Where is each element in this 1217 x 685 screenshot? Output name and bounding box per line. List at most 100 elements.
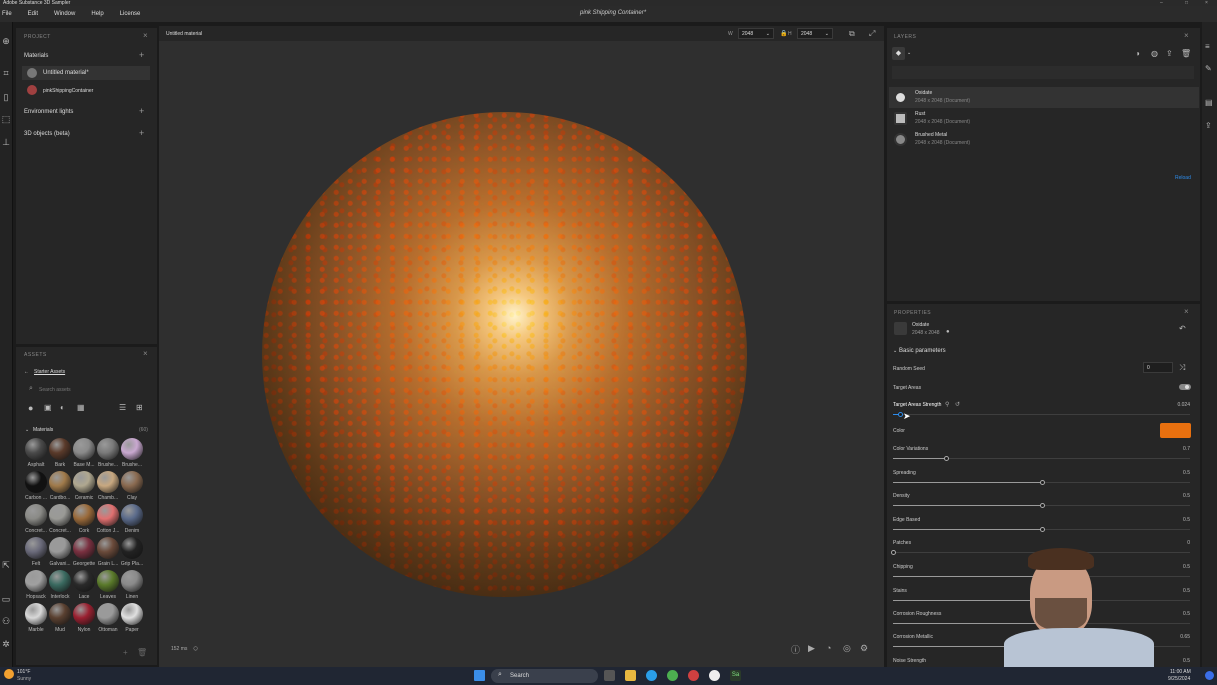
starter-assets-link[interactable]: Starter Assets <box>34 369 65 375</box>
edge-icon[interactable] <box>646 670 657 681</box>
mask-icon[interactable]: ◑ <box>1135 49 1140 58</box>
light-icon[interactable]: ◔ <box>826 643 831 653</box>
settings-icon[interactable]: ✲ <box>1 639 11 649</box>
env-lights-heading[interactable]: Environment lights <box>24 109 73 115</box>
viewport-tab[interactable]: Untitled material <box>166 31 202 37</box>
close-icon[interactable]: × <box>1184 307 1189 316</box>
sphere-filter-icon[interactable]: ● <box>28 403 33 413</box>
material-swatch[interactable] <box>97 471 119 493</box>
material-swatch[interactable] <box>25 471 47 493</box>
material-swatch[interactable] <box>121 438 143 460</box>
parameter-slider[interactable] <box>893 456 1190 461</box>
material-swatch[interactable] <box>121 603 143 625</box>
chevron-down-icon[interactable]: ⌄ <box>25 427 29 433</box>
share-icon[interactable]: ⚇ <box>1 616 11 626</box>
material-swatch[interactable] <box>25 570 47 592</box>
stamp-icon[interactable]: ⊥ <box>1 137 11 147</box>
chevron-down-icon[interactable]: ⌄ <box>893 348 897 354</box>
menu-license[interactable]: License <box>120 11 141 17</box>
menu-help[interactable]: Help <box>91 11 103 17</box>
info-icon[interactable]: ● <box>946 329 950 335</box>
layer-icon[interactable]: ▯ <box>1 92 11 102</box>
menu-file[interactable]: File <box>2 11 12 17</box>
layers-toggle-icon[interactable]: ≡ <box>1205 42 1210 51</box>
height-select[interactable]: 2048 ⌄ <box>797 28 833 39</box>
crop-icon[interactable]: ⌗ <box>1 68 11 78</box>
slider-knob[interactable] <box>891 550 896 555</box>
material-swatch[interactable] <box>97 537 119 559</box>
windows-start-icon[interactable] <box>474 670 485 681</box>
trash-icon[interactable]: 🗑 <box>1181 49 1191 58</box>
notification-icon[interactable] <box>1205 671 1214 680</box>
material-swatch[interactable] <box>121 537 143 559</box>
back-arrow-icon[interactable]: ← <box>24 369 29 375</box>
material-swatch[interactable] <box>25 504 47 526</box>
material-swatch[interactable] <box>49 504 71 526</box>
app-icon[interactable] <box>688 670 699 681</box>
brush-icon[interactable]: ✎ <box>1205 64 1212 73</box>
parameter-slider[interactable] <box>893 527 1190 532</box>
settings-icon[interactable]: ⚙ <box>860 643 868 654</box>
material-swatch[interactable] <box>25 438 47 460</box>
camera-icon[interactable]: ▶ <box>808 643 815 654</box>
material-swatch[interactable] <box>73 471 95 493</box>
material-swatch[interactable] <box>73 603 95 625</box>
random-seed-input[interactable]: 0 <box>1143 362 1173 373</box>
export-icon[interactable]: ⇪ <box>1205 121 1212 130</box>
sort-icon[interactable]: ☰ <box>119 403 126 412</box>
weather-sun-icon[interactable] <box>4 669 14 679</box>
info-icon[interactable]: ⓘ <box>791 643 800 656</box>
project-item-untitled[interactable]: Untitled material* <box>43 70 89 76</box>
slider-knob[interactable] <box>1039 527 1045 532</box>
search-input[interactable]: Search assets <box>39 387 71 393</box>
material-swatch[interactable] <box>73 537 95 559</box>
image-filter-icon[interactable]: ▣ <box>44 403 52 412</box>
fullscreen-icon[interactable]: ⤢ <box>869 29 875 39</box>
material-swatch[interactable] <box>121 570 143 592</box>
filter-icon[interactable]: ◍ <box>1151 49 1158 58</box>
lock-icon[interactable]: 🔒 <box>780 30 787 37</box>
material-swatch[interactable] <box>49 537 71 559</box>
layer-search-input[interactable] <box>892 66 1194 79</box>
add-icon[interactable]: ⊕ <box>1 36 11 46</box>
menu-edit[interactable]: Edit <box>28 11 38 17</box>
width-select[interactable]: 2048 ⌄ <box>738 28 774 39</box>
substance-sampler-icon[interactable]: Sa <box>730 670 741 681</box>
basic-params-heading[interactable]: Basic parameters <box>899 348 946 354</box>
view-toggle-icon[interactable]: ⧉ <box>849 29 855 39</box>
material-swatch[interactable] <box>121 471 143 493</box>
material-swatch[interactable] <box>25 537 47 559</box>
material-swatch[interactable] <box>73 570 95 592</box>
slider-knob[interactable] <box>1039 480 1045 485</box>
project-item-pink[interactable]: pinkShippingContainer <box>43 88 93 94</box>
pin-icon[interactable]: ⚲ <box>945 401 949 408</box>
menu-window[interactable]: Window <box>54 11 75 17</box>
environment-icon[interactable]: ◎ <box>843 643 851 654</box>
blend-mode-icon[interactable]: ◆ <box>892 47 905 60</box>
layer-item-oxidate[interactable]: Oxidate 2048 x 2048 (Document) <box>889 87 1199 108</box>
close-icon[interactable]: × <box>143 31 148 40</box>
trash-icon[interactable]: 🗑 <box>137 648 147 657</box>
target-areas-toggle[interactable] <box>1179 384 1191 390</box>
add-env-icon[interactable]: + <box>139 106 144 116</box>
close-icon[interactable]: × <box>143 349 148 358</box>
reset-icon[interactable]: ↶ <box>1179 324 1186 333</box>
color-swatch[interactable] <box>1160 423 1191 438</box>
layer-item-rust[interactable]: Rust 2048 x 2048 (Document) <box>889 108 1199 129</box>
task-view-icon[interactable] <box>604 670 615 681</box>
material-swatch[interactable] <box>25 603 47 625</box>
file-explorer-icon[interactable] <box>625 670 636 681</box>
material-swatch[interactable] <box>97 504 119 526</box>
grid-filter-icon[interactable]: ▦ <box>77 403 85 412</box>
taskbar-search[interactable] <box>491 669 598 683</box>
grid-view-icon[interactable]: ⊞ <box>136 403 143 412</box>
properties-toggle-icon[interactable]: ▤ <box>1205 98 1213 107</box>
material-swatch[interactable] <box>97 570 119 592</box>
add-material-icon[interactable]: + <box>139 50 144 60</box>
slider-knob[interactable] <box>1039 503 1045 508</box>
material-swatch[interactable] <box>97 603 119 625</box>
material-swatch[interactable] <box>73 438 95 460</box>
monitor-icon[interactable]: ▭ <box>1 594 11 604</box>
material-swatch[interactable] <box>121 504 143 526</box>
material-swatch[interactable] <box>49 570 71 592</box>
